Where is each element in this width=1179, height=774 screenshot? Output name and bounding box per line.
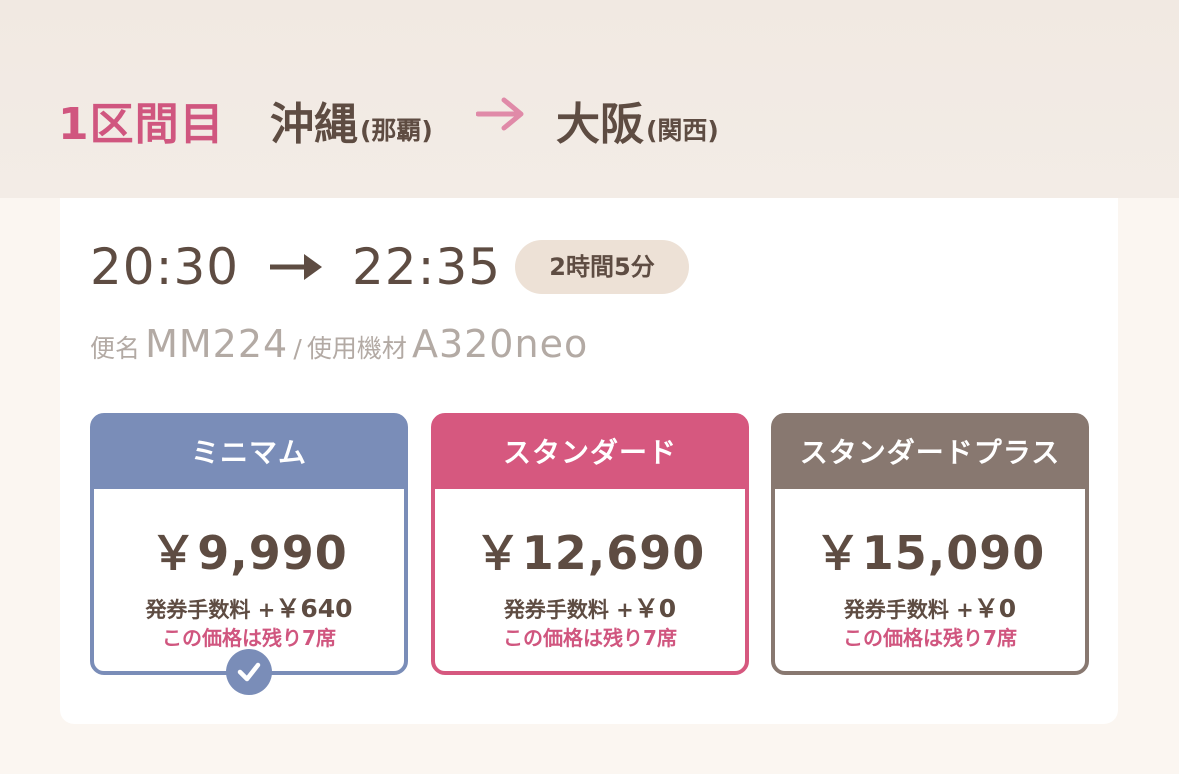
fee-amount: ￥0: [633, 594, 677, 623]
flight-info: 便名 MM224 / 使用機材 A320neo: [90, 322, 588, 366]
fee-amount: ￥0: [973, 594, 1017, 623]
segment-label: 1区間目: [58, 99, 225, 150]
origin-airport: (那覇): [360, 116, 433, 145]
fare-fee: 発券手数料 +￥0: [435, 589, 745, 625]
fee-amount: ￥640: [275, 594, 353, 623]
fare-price: ￥15,090: [814, 526, 1046, 580]
fee-label: 発券手数料 +: [145, 598, 276, 622]
fare-price: ￥12,690: [474, 526, 706, 580]
fare-name: スタンダードプラス: [775, 417, 1085, 489]
time-arrow-icon: [270, 254, 322, 280]
check-circle-icon: [226, 649, 272, 695]
fare-name: スタンダード: [435, 417, 745, 489]
destination-city: 大阪: [556, 99, 644, 150]
fare-price: ￥9,990: [150, 526, 348, 580]
aircraft: A320neo: [411, 322, 589, 366]
fare-option-standard[interactable]: スタンダード ￥12,690 発券手数料 +￥0 この価格は残り7席: [431, 413, 749, 675]
fare-option-standard-plus[interactable]: スタンダードプラス ￥15,090 発券手数料 +￥0 この価格は残り7席: [771, 413, 1089, 675]
flight-no: MM224: [145, 322, 289, 366]
duration-badge: 2時間5分: [515, 240, 689, 294]
fare-name: ミニマム: [94, 417, 404, 489]
fee-label: 発券手数料 +: [503, 598, 634, 622]
arrival-time: 22:35: [352, 238, 502, 296]
destination-airport: (関西): [646, 116, 719, 145]
seats-remaining: この価格は残り7席: [503, 626, 677, 650]
fee-label: 発券手数料 +: [843, 598, 974, 622]
fare-fee: 発券手数料 +￥640: [94, 589, 404, 625]
origin: 沖縄(那覇): [270, 88, 433, 152]
seats-remaining: この価格は残り7席: [843, 626, 1017, 650]
route-arrow-icon: [476, 97, 524, 131]
fare-option-minimum[interactable]: ミニマム ￥9,990 発券手数料 +￥640 この価格は残り7席: [90, 413, 408, 675]
aircraft-label: 使用機材: [306, 334, 407, 363]
flight-no-label: 便名: [90, 334, 141, 363]
destination: 大阪(関西): [556, 88, 719, 152]
segment-header: 1区間目 沖縄(那覇) 大阪(関西): [0, 0, 1179, 198]
departure-time: 20:30: [90, 238, 240, 296]
separator: /: [293, 334, 302, 363]
origin-city: 沖縄: [270, 99, 358, 150]
fare-fee: 発券手数料 +￥0: [775, 589, 1085, 625]
seats-remaining: この価格は残り7席: [162, 626, 336, 650]
